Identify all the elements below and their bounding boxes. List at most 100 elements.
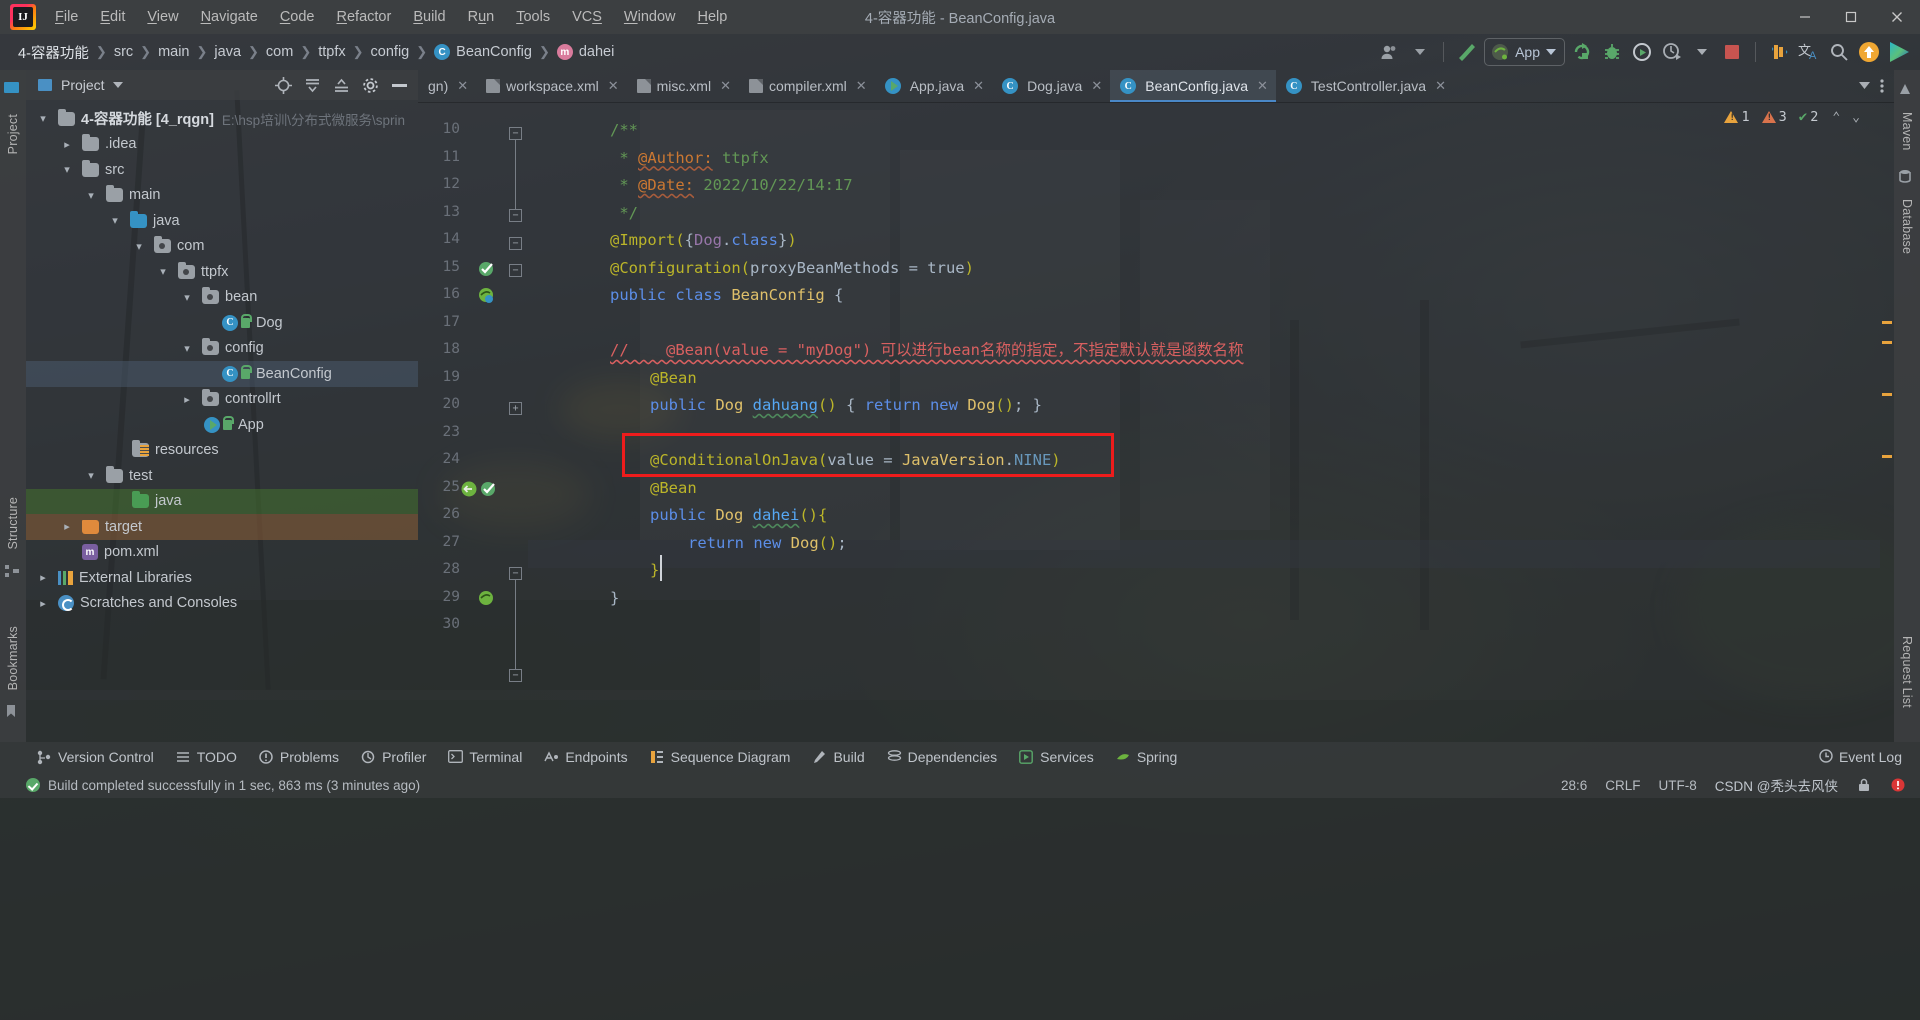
tool-button-spring[interactable]: Spring — [1105, 746, 1188, 768]
run-with-coverage-icon[interactable] — [1629, 39, 1655, 65]
chevron-down-icon[interactable] — [1407, 39, 1433, 65]
tool-button-todo[interactable]: TODO — [165, 746, 248, 768]
rail-item-structure[interactable]: Structure — [6, 483, 20, 560]
main-menu[interactable]: FFileile Edit View Navigate Code Refacto… — [44, 4, 738, 30]
code-line-28[interactable]: } — [650, 557, 659, 585]
menu-item-build[interactable]: Build — [402, 4, 456, 30]
menu-item-help[interactable]: Help — [686, 4, 738, 30]
tree-row-src[interactable]: ▾ src — [26, 157, 418, 183]
chevron-down-icon[interactable]: ▾ — [60, 163, 74, 176]
close-icon[interactable]: ✕ — [973, 78, 984, 94]
rail-item-maven[interactable]: Maven — [1900, 102, 1914, 165]
menu-item-window[interactable]: Window — [613, 4, 687, 30]
navigate-bean-gutter-icon[interactable] — [460, 480, 478, 498]
rerun-icon[interactable] — [1569, 39, 1595, 65]
maven-rail-icon[interactable] — [1898, 82, 1916, 98]
fold-region-icon[interactable]: − — [509, 127, 522, 140]
code-line-12[interactable]: * @Date: 2022/10/22/14:17 — [610, 172, 852, 200]
editor-tab-workspace-xml[interactable]: workspace.xml ✕ — [476, 70, 627, 102]
tree-row-app[interactable]: App — [26, 412, 418, 438]
window-controls[interactable] — [1782, 0, 1920, 34]
marker-warning[interactable] — [1882, 393, 1892, 396]
database-rail-icon[interactable] — [1898, 169, 1916, 185]
code-line-13[interactable]: */ — [610, 200, 638, 228]
breadcrumb-main[interactable]: main — [154, 42, 193, 62]
lock-icon[interactable] — [1856, 777, 1872, 793]
code-editor[interactable]: 1 3 ✔ 2 ⌃ ⌄ 10 11 — [418, 103, 1894, 742]
chevron-down-icon[interactable]: ▾ — [108, 214, 122, 227]
chevron-down-icon[interactable]: ▾ — [180, 342, 194, 355]
tool-window-bar[interactable]: Version Control TODO Problems Profiler T… — [0, 742, 1920, 772]
menu-item-run[interactable]: Run — [457, 4, 506, 30]
tool-button-sequence-diagram[interactable]: Sequence Diagram — [639, 746, 802, 768]
rail-item-database[interactable]: Database — [1900, 189, 1914, 268]
tree-row-external-libraries[interactable]: ▸ External Libraries — [26, 565, 418, 591]
code-line-25[interactable]: @Bean — [650, 475, 697, 503]
checks-badge[interactable]: ✔ 2 — [1799, 109, 1819, 125]
chevron-down-icon[interactable] — [1859, 82, 1870, 90]
code-line-18[interactable]: // @Bean(value = "myDog") 可以进行bean名称的指定，… — [610, 337, 1243, 365]
tool-button-services[interactable]: Services — [1008, 746, 1105, 768]
previous-problem-icon[interactable]: ⌃ — [1832, 110, 1840, 125]
close-icon[interactable]: ✕ — [1435, 78, 1446, 94]
menu-item-refactor[interactable]: Refactor — [326, 4, 403, 30]
tool-button-terminal[interactable]: Terminal — [437, 746, 533, 768]
project-rail-icon[interactable] — [4, 80, 22, 96]
chevron-down-icon[interactable]: ▾ — [180, 291, 194, 304]
close-button[interactable] — [1874, 0, 1920, 34]
code-line-11[interactable]: * @Author: ttpfx — [610, 145, 768, 173]
breadcrumb-beanconfig[interactable]: C BeanConfig — [430, 42, 536, 62]
hide-panel-icon[interactable] — [391, 83, 408, 88]
tree-row-bean[interactable]: ▾ bean — [26, 285, 418, 311]
close-icon[interactable]: ✕ — [856, 78, 867, 94]
bookmarks-icon[interactable] — [1766, 39, 1792, 65]
chevron-down-icon[interactable] — [112, 81, 123, 89]
play-gradient-icon[interactable] — [1886, 39, 1912, 65]
update-icon[interactable] — [1856, 39, 1882, 65]
tree-row-config[interactable]: ▾ config — [26, 336, 418, 362]
next-problem-icon[interactable]: ⌄ — [1852, 110, 1860, 125]
maximize-button[interactable] — [1828, 0, 1874, 34]
editor-gutter[interactable]: 10 11 12 13 14 15 16 17 18 19 20 23 24 2… — [418, 103, 506, 742]
close-icon[interactable]: ✕ — [608, 78, 619, 94]
more-options-icon[interactable] — [1880, 78, 1884, 94]
tree-row-java-main[interactable]: ▾ java — [26, 208, 418, 234]
inspection-ok-gutter-icon[interactable] — [478, 260, 496, 278]
line-separator[interactable]: CRLF — [1605, 778, 1640, 793]
file-encoding[interactable]: UTF-8 — [1659, 778, 1697, 793]
menu-item-navigate[interactable]: Navigate — [190, 4, 269, 30]
rail-item-project[interactable]: Project — [6, 100, 20, 164]
bookmarks-rail-icon[interactable] — [4, 704, 22, 720]
tree-row-ttpfx[interactable]: ▾ ttpfx — [26, 259, 418, 285]
weak-warning-badge[interactable]: 3 — [1761, 109, 1787, 125]
close-icon[interactable]: ✕ — [1257, 78, 1268, 94]
menu-item-tools[interactable]: Tools — [505, 4, 561, 30]
fold-region-icon[interactable]: − — [509, 237, 522, 250]
tab-strip-actions[interactable] — [1849, 70, 1894, 102]
editor-tab-beanconfig-java[interactable]: C BeanConfig.java ✕ — [1110, 70, 1276, 102]
debug-icon[interactable] — [1599, 39, 1625, 65]
chevron-right-icon[interactable]: ▸ — [180, 393, 194, 406]
minimize-button[interactable] — [1782, 0, 1828, 34]
rail-item-bookmarks[interactable]: Bookmarks — [6, 612, 20, 700]
breadcrumb-dahei[interactable]: m dahei — [553, 42, 618, 62]
fold-region-icon[interactable]: − — [509, 209, 522, 222]
tree-row-project-root[interactable]: ▾ 4-容器功能 [4_rqgn] E:\hsp培训\分布式微服务\sprin — [26, 106, 418, 132]
code-line-14[interactable]: @Import({Dog.class}) — [610, 227, 797, 255]
editor-tab-strip[interactable]: gn) ✕ workspace.xml ✕ misc.xml ✕ compile… — [418, 70, 1894, 103]
tool-button-build[interactable]: Build — [801, 746, 875, 768]
warning-badge[interactable]: 1 — [1724, 109, 1750, 125]
chevron-right-icon[interactable]: ▸ — [60, 520, 74, 533]
menu-item-view[interactable]: View — [136, 4, 189, 30]
spring-bean-gutter-icon[interactable] — [478, 287, 496, 305]
inspection-ok-gutter-icon[interactable] — [480, 480, 498, 498]
spring-bean-gutter-icon[interactable] — [478, 590, 496, 608]
code-line-26[interactable]: public Dog dahei(){ — [650, 502, 827, 530]
breadcrumb-java[interactable]: java — [210, 42, 245, 62]
chevron-down-icon[interactable]: ▾ — [132, 240, 146, 253]
fold-region-icon[interactable]: − — [509, 567, 522, 580]
event-log-button[interactable]: Event Log — [1819, 748, 1912, 766]
chevron-down-icon[interactable]: ▾ — [156, 265, 170, 278]
editor-tab-compiler-xml[interactable]: compiler.xml ✕ — [739, 70, 875, 102]
menu-item-vcs[interactable]: VCS — [561, 4, 613, 30]
